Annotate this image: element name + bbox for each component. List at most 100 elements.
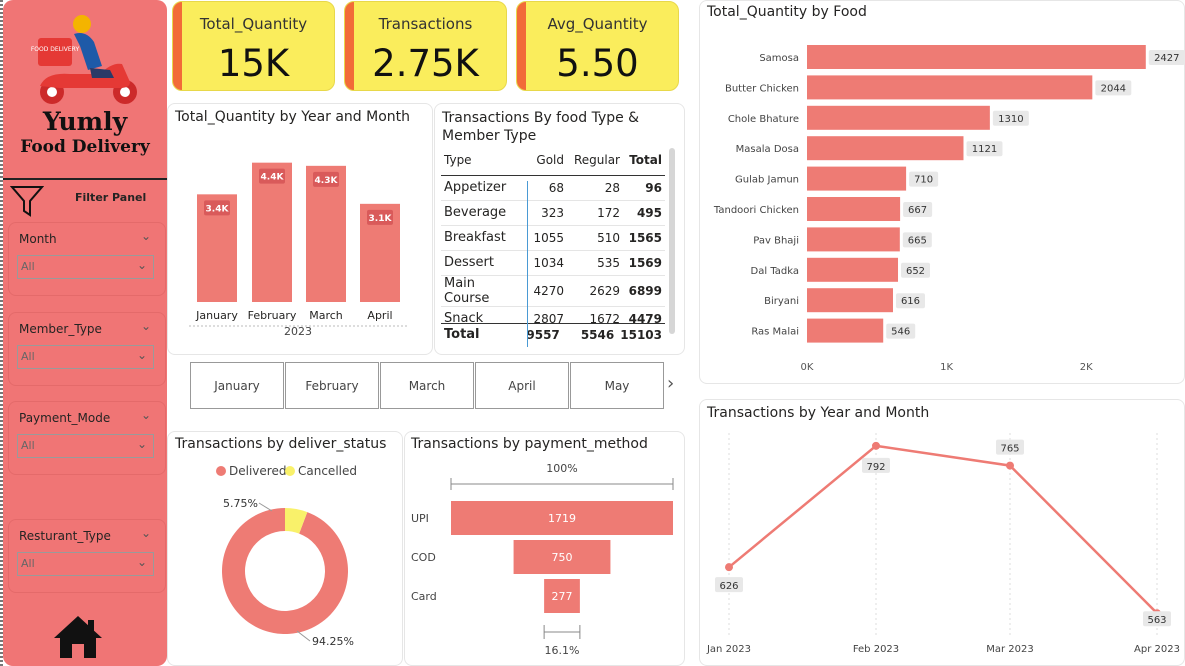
kpi-label: Transactions xyxy=(378,15,473,33)
column-header[interactable]: Gold xyxy=(527,147,567,176)
data-label: 3.4K xyxy=(206,204,230,214)
label-leader-line xyxy=(296,630,311,642)
chevron-down-icon[interactable]: ⌄ xyxy=(141,526,151,540)
food-member-table: Type Gold Regular Total Appetizer 68 28 96 Bever… xyxy=(441,147,665,347)
table-cell: 6899 xyxy=(623,275,665,307)
data-label: 2427 xyxy=(1154,53,1179,64)
y-tick-label: Pav Bhaji xyxy=(753,235,799,246)
restaurant-type-dropdown[interactable]: All ⌄ xyxy=(17,552,154,576)
y-tick-label: COD xyxy=(411,551,436,564)
chevron-down-icon[interactable]: ⌄ xyxy=(141,408,151,422)
kpi-label: Total_Quantity xyxy=(199,15,308,33)
table-cell: 1055 xyxy=(527,225,567,251)
food-bar xyxy=(807,45,1146,69)
table-cell: 1565 xyxy=(623,225,665,251)
column-header[interactable]: Regular xyxy=(567,147,623,176)
chevron-down-icon[interactable]: ⌄ xyxy=(141,229,151,243)
data-label: 546 xyxy=(891,327,910,338)
home-icon[interactable] xyxy=(52,614,104,660)
table-cell: Beverage xyxy=(441,200,527,226)
table-cell: Dessert xyxy=(441,250,527,276)
table-header-row: Type Gold Regular Total xyxy=(441,147,665,176)
filter-icon[interactable] xyxy=(10,184,44,218)
dropdown-value: All xyxy=(21,260,35,273)
x-tick-label: Apr 2023 xyxy=(1134,644,1180,655)
table-cell: 2629 xyxy=(567,275,623,307)
legend-label: Cancelled xyxy=(298,464,357,478)
month-dropdown[interactable]: All ⌄ xyxy=(17,255,154,279)
chevron-down-icon: ⌄ xyxy=(136,437,147,451)
data-label: 1719 xyxy=(548,512,576,525)
label-leader-line xyxy=(258,502,273,512)
legend-marker xyxy=(285,466,295,476)
data-label: 5.75% xyxy=(223,497,258,510)
table-row[interactable]: Main Course 4270 2629 6899 xyxy=(441,275,665,307)
payment-mode-dropdown[interactable]: All ⌄ xyxy=(17,434,154,458)
chart-title: Total_Quantity by Year and Month xyxy=(175,109,411,125)
kpi-transactions: Transactions 2.75K xyxy=(344,1,507,91)
filter-label: Month xyxy=(19,232,57,246)
table-cell: 68 xyxy=(527,175,567,201)
payment-method-chart: 100% 1719 UPI 750 COD 277 Card 16.1% xyxy=(411,462,674,657)
legend-label: Delivered xyxy=(229,464,286,478)
brand-name: Yumly xyxy=(42,107,128,136)
data-label: 1310 xyxy=(998,114,1023,125)
logo-sign-text: FOOD DELIVERY xyxy=(31,46,80,53)
month-slicer-button[interactable]: April xyxy=(475,362,569,409)
table-total-cell: 5546 xyxy=(562,323,618,346)
chart-title: Transactions by Year and Month xyxy=(707,405,930,421)
table-cell: 172 xyxy=(567,200,623,226)
food-bar xyxy=(807,257,899,282)
data-label: 765 xyxy=(1000,444,1019,455)
chart-title: Transactions by payment_method xyxy=(411,436,648,452)
month-slicer-button[interactable]: May xyxy=(570,362,664,409)
food-bar xyxy=(807,318,884,343)
table-row[interactable]: Breakfast 1055 510 1565 xyxy=(441,225,665,251)
food-bar xyxy=(807,288,893,313)
member-type-filter[interactable]: Member_Type ⌄ All ⌄ xyxy=(8,312,166,386)
column-header[interactable]: Type xyxy=(441,147,527,176)
deliver-status-chart: Delivered Cancelled 5.75% 94.25% xyxy=(216,464,357,648)
qty-by-month-chart: 3.4K January 4.4K February 4.3K March 3.1K Apri… xyxy=(189,162,407,338)
x-tick-label: Feb 2023 xyxy=(853,644,899,655)
member-type-dropdown[interactable]: All ⌄ xyxy=(17,345,154,369)
table-scrollbar[interactable] xyxy=(669,148,675,334)
chevron-down-icon: ⌄ xyxy=(136,555,147,569)
kpi-avg-quantity: Avg_Quantity 5.50 xyxy=(516,1,679,91)
dropdown-value: All xyxy=(21,350,35,363)
month-slicer-button[interactable]: March xyxy=(380,362,474,409)
table-total-cell: Total xyxy=(441,323,523,346)
food-bar xyxy=(807,197,901,221)
restaurant-type-filter[interactable]: Resturant_Type ⌄ All ⌄ xyxy=(8,519,166,593)
table-cell: 323 xyxy=(527,200,567,226)
filter-label: Resturant_Type xyxy=(19,529,111,543)
table-total-cell: 9557 xyxy=(522,323,563,346)
food-bar xyxy=(807,75,1093,100)
y-tick-label: Ras Malai xyxy=(751,327,799,338)
x-tick-label: Mar 2023 xyxy=(986,644,1034,655)
column-header[interactable]: Total xyxy=(623,147,665,176)
funnel-top-label: 100% xyxy=(546,462,577,475)
table-row[interactable]: Beverage 323 172 495 xyxy=(441,200,665,226)
table-cell: Appetizer xyxy=(441,175,527,201)
data-label: 277 xyxy=(552,590,573,603)
table-row[interactable]: Appetizer 68 28 96 xyxy=(441,175,665,201)
x-tick-label: 2K xyxy=(1080,362,1093,373)
data-label: 2044 xyxy=(1101,83,1126,94)
chevron-down-icon[interactable]: ⌄ xyxy=(141,319,151,333)
payment-mode-filter[interactable]: Payment_Mode ⌄ All ⌄ xyxy=(8,401,166,475)
data-label: 792 xyxy=(866,462,885,473)
data-label: 667 xyxy=(908,205,927,216)
filter-divider xyxy=(3,178,167,180)
month-filter[interactable]: Month ⌄ All ⌄ xyxy=(8,222,166,296)
y-tick-label: Card xyxy=(411,590,437,603)
data-label: 710 xyxy=(914,175,933,186)
table-total-row: Total 9557 5546 15103 xyxy=(441,323,665,346)
y-tick-label: Chole Bhature xyxy=(728,114,799,125)
data-label: 3.1K xyxy=(369,214,393,224)
data-label: 4.3K xyxy=(315,176,339,186)
chevron-right-icon[interactable]: › xyxy=(667,373,674,394)
month-slicer-button[interactable]: February xyxy=(285,362,379,409)
month-slicer-button[interactable]: January xyxy=(190,362,284,409)
table-row[interactable]: Dessert 1034 535 1569 xyxy=(441,250,665,276)
